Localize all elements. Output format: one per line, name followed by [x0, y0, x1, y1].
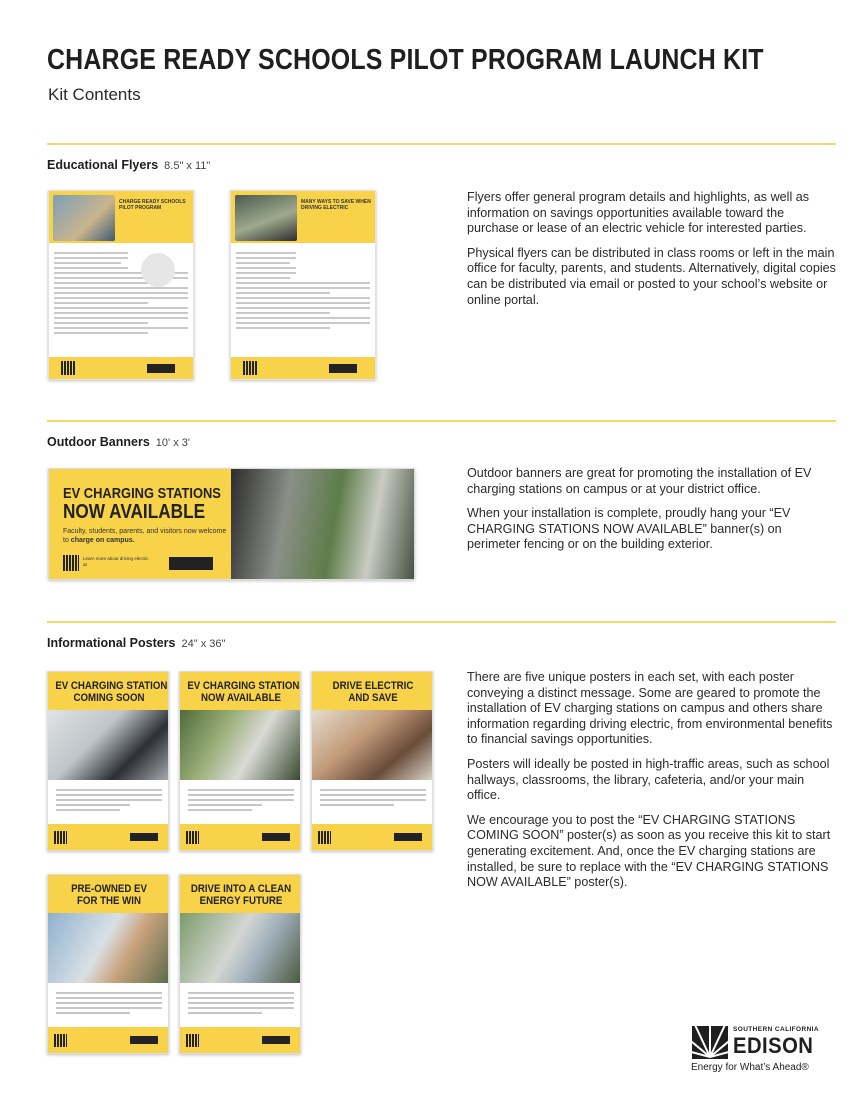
- flyer-title: CHARGE READY SCHOOLS PILOT PROGRAM: [119, 199, 186, 211]
- qr-code-icon: [243, 361, 257, 375]
- flyers-section-heading: Educational Flyers 8.5" x 11": [47, 158, 210, 172]
- banners-heading: Outdoor Banners: [47, 435, 150, 449]
- logo-big-text: EDISON: [733, 1033, 814, 1058]
- banners-size: 10' x 3': [155, 437, 190, 449]
- banner-line-2: NOW AVAILABLE: [63, 501, 206, 523]
- poster-title: EV CHARGING STATIONS NOW AVAILABLE: [187, 680, 301, 704]
- banner-learn-more: Learn more about driving electric at: [83, 556, 149, 567]
- banner-subtext: Faculty, students, parents, and visitors…: [63, 528, 227, 544]
- posters-heading: Informational Posters: [47, 636, 176, 650]
- flyers-size: 8.5" x 11": [164, 160, 211, 172]
- logo-small-text: SOUTHERN CALIFORNIA: [733, 1026, 819, 1033]
- qr-code-icon: [54, 1034, 67, 1047]
- flyer-photo: [235, 195, 297, 241]
- posters-paragraph-3: We encourage you to post the “EV CHARGIN…: [467, 812, 831, 890]
- edison-logo-icon: [329, 364, 357, 373]
- flyers-heading: Educational Flyers: [47, 158, 159, 172]
- edison-logo-icon: [130, 1036, 158, 1044]
- charging-station-photo: [231, 469, 414, 579]
- poster-title: DRIVE ELECTRIC AND SAVE: [332, 680, 414, 704]
- southern-california-edison-logo: SOUTHERN CALIFORNIA EDISON Energy for Wh…: [690, 1024, 830, 1076]
- posters-description: There are five unique posters in each se…: [467, 670, 837, 900]
- banners-section-heading: Outdoor Banners 10' x 3': [47, 435, 190, 449]
- flyers-paragraph-1: Flyers offer general program details and…: [467, 190, 810, 236]
- banners-description: Outdoor banners are great for promoting …: [467, 466, 837, 562]
- poster-now-available: EV CHARGING STATIONS NOW AVAILABLE: [179, 671, 301, 851]
- section-divider: [47, 143, 836, 145]
- edison-logo-icon: [169, 557, 213, 570]
- flyer-thumbnail-savings: MANY WAYS TO SAVE WHEN DRIVING ELECTRIC: [230, 190, 376, 380]
- edison-logo-icon: [262, 1036, 290, 1044]
- flyers-paragraph-2: Physical flyers can be distributed in cl…: [467, 245, 836, 307]
- sunburst-icon: [692, 1026, 728, 1059]
- qr-code-icon: [318, 831, 331, 844]
- poster-photo: [180, 710, 300, 780]
- qr-code-icon: [54, 831, 67, 844]
- edison-logo-icon: [394, 833, 422, 841]
- banners-paragraph-1: Outdoor banners are great for promoting …: [467, 466, 812, 496]
- poster-title: DRIVE INTO A CLEAN ENERGY FUTURE: [190, 883, 292, 907]
- edison-logo-icon: [262, 833, 290, 841]
- poster-photo: [48, 913, 168, 983]
- banner-thumbnail: EV CHARGING STATIONS NOW AVAILABLE Facul…: [48, 468, 415, 580]
- qr-code-icon: [61, 361, 75, 375]
- posters-section-heading: Informational Posters 24" x 36": [47, 636, 225, 650]
- poster-photo: [312, 710, 432, 780]
- qr-code-icon: [186, 1034, 199, 1047]
- posters-paragraph-2: Posters will ideally be posted in high-t…: [467, 756, 830, 803]
- poster-title: EV CHARGING STATIONS COMING SOON: [55, 680, 169, 704]
- poster-title: PRE-OWNED EV FOR THE WIN: [71, 883, 147, 907]
- posters-paragraph-1: There are five unique posters in each se…: [467, 670, 833, 747]
- banners-paragraph-2: When your installation is complete, prou…: [467, 506, 791, 552]
- poster-clean-energy-future: DRIVE INTO A CLEAN ENERGY FUTURE: [179, 874, 301, 1054]
- edison-logo-icon: [130, 833, 158, 841]
- banner-line-1: EV CHARGING STATIONS: [63, 485, 221, 502]
- posters-size: 24" x 36": [181, 638, 226, 650]
- flyer-title: MANY WAYS TO SAVE WHEN DRIVING ELECTRIC: [301, 199, 371, 211]
- poster-pre-owned-ev: PRE-OWNED EV FOR THE WIN: [47, 874, 169, 1054]
- poster-photo: [48, 710, 168, 780]
- page-subtitle: Kit Contents: [48, 85, 141, 104]
- poster-coming-soon: EV CHARGING STATIONS COMING SOON: [47, 671, 169, 851]
- poster-drive-electric: DRIVE ELECTRIC AND SAVE: [311, 671, 433, 851]
- section-divider: [47, 420, 836, 422]
- edison-logo-icon: [147, 364, 175, 373]
- charger-icon: [141, 253, 175, 287]
- section-divider: [47, 621, 836, 623]
- flyer-photo: [53, 195, 115, 241]
- flyers-description: Flyers offer general program details and…: [467, 190, 837, 317]
- logo-tagline: Energy for What’s Ahead®: [691, 1062, 809, 1073]
- poster-photo: [180, 913, 300, 983]
- qr-code-icon: [63, 555, 79, 571]
- page-title: CHARGE READY SCHOOLS PILOT PROGRAM LAUNC…: [47, 44, 764, 76]
- flyer-thumbnail-program: CHARGE READY SCHOOLS PILOT PROGRAM: [48, 190, 194, 380]
- qr-code-icon: [186, 831, 199, 844]
